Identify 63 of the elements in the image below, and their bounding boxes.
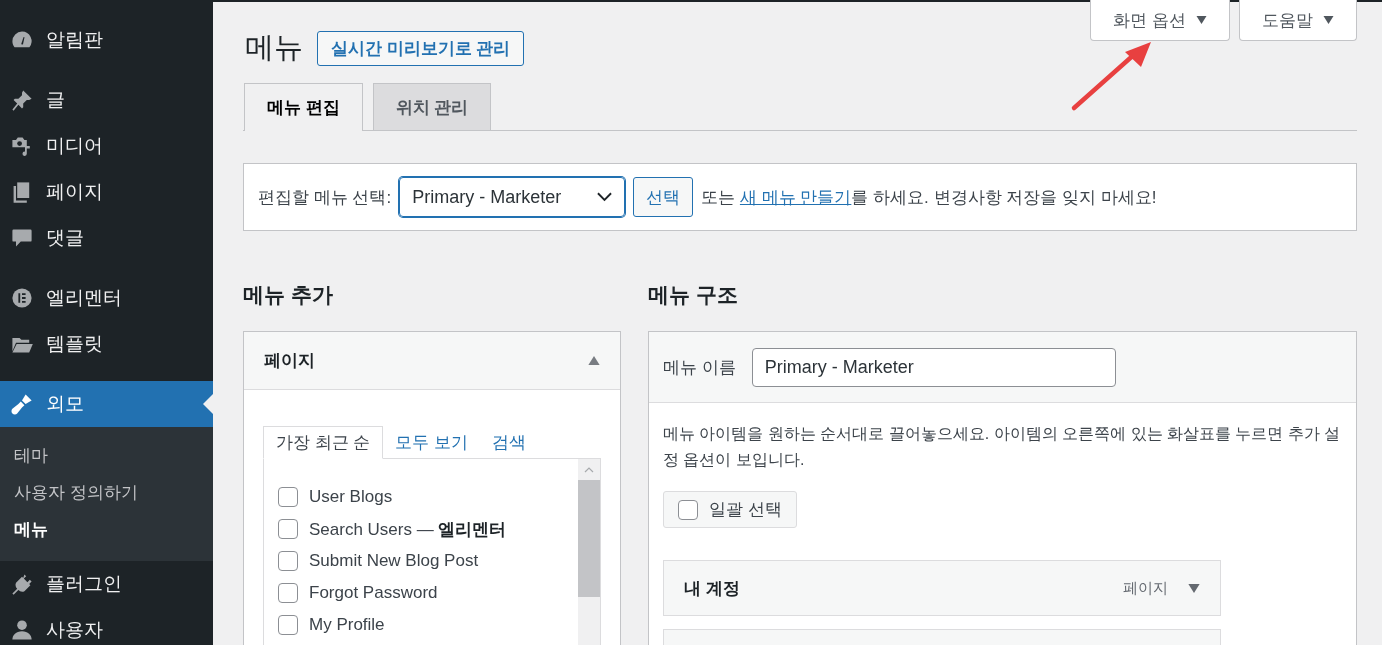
page-label: Submit New Blog Post [309, 551, 479, 571]
page-label: User Blogs [309, 487, 393, 507]
menu-name-field[interactable]: Primary - Marketer [751, 347, 1116, 387]
bulk-select-button[interactable]: 일괄 선택 [663, 491, 797, 528]
sidebar-item[interactable]: 템플릿 [0, 321, 213, 367]
select-note: 또는 새 메뉴 만들기를 하세요. 변경사항 저장을 잊지 마세요! [701, 186, 1157, 209]
panel-tab[interactable]: 가장 최근 순 [263, 426, 384, 459]
collapse-arrow-icon [588, 356, 600, 365]
checkbox[interactable] [278, 583, 298, 603]
sidebar-item[interactable]: 페이지 [0, 169, 213, 215]
menu-select[interactable]: Primary - Marketer [399, 177, 626, 217]
sidebar-item[interactable]: 글 [0, 77, 213, 123]
page-label: Search Users — 엘리멘터 [309, 518, 507, 541]
panel-tab[interactable]: 검색 [480, 427, 539, 458]
sidebar-item[interactable]: 알림판 [0, 17, 213, 63]
submenu-item[interactable]: 테마 [0, 437, 48, 474]
caret-icon [1196, 16, 1207, 24]
sidebar-item[interactable]: 사용자 [0, 607, 213, 645]
paintbrush-icon [10, 392, 34, 416]
scroll-up-icon[interactable] [584, 467, 594, 473]
scrollbar-thumb[interactable] [578, 480, 600, 597]
sidebar-item[interactable]: 플러그인 [0, 561, 213, 607]
person-icon [10, 618, 34, 642]
sidebar-item[interactable]: 댓글 [0, 215, 213, 261]
sidebar-item[interactable]: 외모 [0, 381, 213, 427]
checkbox[interactable] [278, 519, 298, 539]
new-menu-link[interactable]: 새 메뉴 만들기 [739, 187, 852, 207]
scrollbar[interactable] [578, 459, 600, 645]
panel-header[interactable]: 페이지 [244, 332, 620, 390]
section-heading: 메뉴 구조 [648, 282, 739, 308]
checkbox[interactable] [678, 499, 698, 520]
menu-item-card[interactable]: 내 계정 페이지 [663, 560, 1221, 616]
chevron-down-icon [597, 192, 613, 202]
live-preview-button[interactable]: 실시간 미리보기로 관리 [317, 30, 525, 66]
checkbox[interactable] [278, 551, 298, 571]
section-heading: 메뉴 추가 [243, 282, 334, 308]
bulk-select-label: 일괄 선택 [709, 499, 782, 521]
select-button[interactable]: 선택 [633, 177, 694, 217]
plug-icon [10, 572, 34, 596]
nav-tab[interactable]: 메뉴 편집 [244, 83, 363, 131]
page-label: My Profile [309, 615, 385, 635]
checkbox[interactable] [278, 487, 298, 507]
instructions-text: 메뉴 아이템을 원하는 순서대로 끌어놓으세요. 아이템의 오른쪽에 있는 화살표를 누르면 추가 설정 옵션이 보입니다. [663, 424, 1342, 470]
pushpin-icon [10, 88, 34, 112]
caret-icon [1323, 16, 1334, 24]
current-pointer-icon [203, 394, 213, 414]
nav-tab[interactable]: 위치 관리 [372, 83, 492, 130]
submenu-item[interactable]: 사용자 정의하기 [0, 474, 138, 511]
expand-arrow-icon[interactable] [1188, 583, 1200, 593]
page-title: 메뉴 [245, 30, 303, 65]
select-label: 편집할 메뉴 선택: [258, 186, 392, 209]
menu-item-title: 내 계정 [684, 577, 741, 600]
menu-item-type: 페이지 [1123, 578, 1168, 598]
submenu-item[interactable]: 메뉴 [0, 511, 48, 548]
menu-name-label: 메뉴 이름 [663, 356, 736, 379]
checkbox[interactable] [278, 615, 298, 635]
circle-bars-icon [10, 286, 34, 310]
sidebar-item[interactable]: 미디어 [0, 123, 213, 169]
page-label: Forgot Password [309, 583, 438, 603]
panel-tab[interactable]: 모두 보기 [383, 427, 481, 458]
sidebar-item[interactable]: 엘리멘터 [0, 275, 213, 321]
screen-meta-tab[interactable]: 도움말 [1239, 0, 1357, 41]
screen-meta-tab[interactable]: 화면 옵션 [1090, 0, 1230, 41]
